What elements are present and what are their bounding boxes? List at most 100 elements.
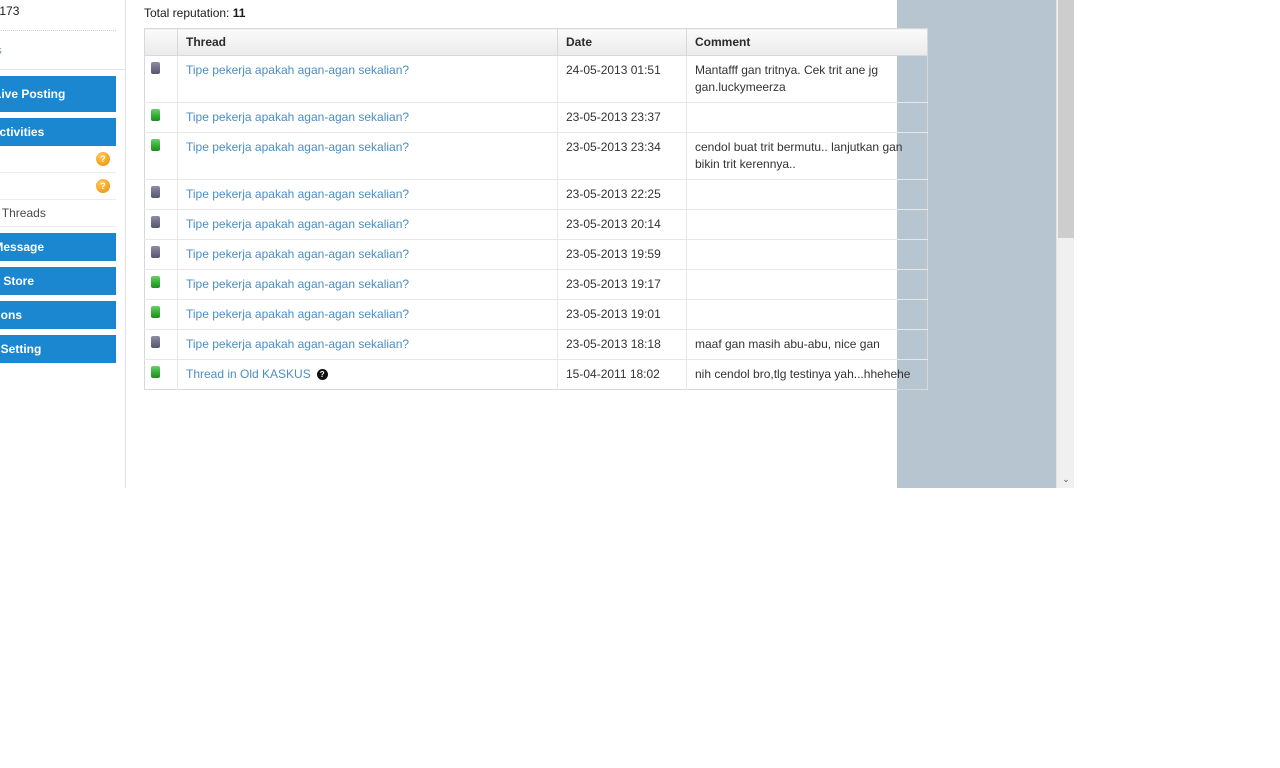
comment-cell: maaf gan masih abu-abu, nice gan bbox=[686, 329, 928, 360]
date-cell: 23-05-2013 23:37 bbox=[557, 102, 687, 133]
date-cell: 23-05-2013 19:59 bbox=[557, 239, 687, 270]
date-cell: 15-04-2011 18:02 bbox=[557, 359, 687, 390]
table-header-row: Thread Date Comment bbox=[144, 28, 928, 56]
thread-cell: Thread in Old KASKUS? bbox=[177, 359, 558, 390]
thread-cell: Tipe pekerja apakah agan-agan sekalian? bbox=[177, 55, 558, 103]
comment-cell bbox=[686, 299, 928, 330]
thread-link[interactable]: Thread in Old KASKUS bbox=[186, 367, 311, 381]
reputation-grey-icon bbox=[151, 336, 160, 348]
thread-link[interactable]: Tipe pekerja apakah agan-agan sekalian? bbox=[186, 247, 409, 261]
row-status-icon-cell bbox=[144, 269, 178, 300]
sidebar-connections[interactable]: onnections bbox=[0, 301, 116, 329]
reputation-green-icon bbox=[151, 366, 160, 378]
browser-window: rID: 2404173 148posts Live Posting orum … bbox=[0, 0, 1074, 488]
site-content-area: rID: 2404173 148posts Live Posting orum … bbox=[0, 0, 928, 488]
sidebar-live-posting[interactable]: Live Posting bbox=[0, 76, 116, 112]
comment-cell: nih cendol bro,tlg testinya yah...hheheh… bbox=[695, 367, 911, 381]
table-row: Tipe pekerja apakah agan-agan sekalian? 2… bbox=[144, 179, 928, 210]
thread-cell: Tipe pekerja apakah agan-agan sekalian? bbox=[177, 102, 558, 133]
thread-cell: Tipe pekerja apakah agan-agan sekalian? bbox=[177, 239, 558, 270]
row-status-icon-cell bbox=[144, 209, 178, 240]
sidebar-account-setting-label: ccount Setting bbox=[0, 342, 42, 356]
date-cell: 23-05-2013 19:01 bbox=[557, 299, 687, 330]
column-header-comment[interactable]: Comment bbox=[686, 28, 928, 56]
date-cell: 23-05-2013 23:34 bbox=[557, 132, 687, 180]
thread-link[interactable]: Tipe pekerja apakah agan-agan sekalian? bbox=[186, 63, 409, 77]
old-kaskus-help-icon[interactable]: ? bbox=[316, 369, 328, 380]
sidebar-private-message-label: rivate Message bbox=[0, 240, 45, 254]
comment-cell bbox=[686, 102, 928, 133]
row-status-icon-cell bbox=[144, 55, 178, 103]
reputation-grey-icon bbox=[151, 216, 160, 228]
thread-link[interactable]: Tipe pekerja apakah agan-agan sekalian? bbox=[186, 277, 409, 291]
column-header-icon bbox=[144, 28, 178, 56]
row-status-icon-cell bbox=[144, 132, 178, 180]
comment-cell bbox=[686, 239, 928, 270]
sidebar-item-subscribed-threads[interactable]: scribed Threads bbox=[0, 200, 116, 227]
sidebar-item-post[interactable]: Post ? bbox=[0, 146, 116, 173]
date-cell: 23-05-2013 22:25 bbox=[557, 179, 687, 210]
thread-link[interactable]: Tipe pekerja apakah agan-agan sekalian? bbox=[186, 337, 409, 351]
date-cell: 23-05-2013 19:17 bbox=[557, 269, 687, 300]
table-row: Tipe pekerja apakah agan-agan sekalian? 2… bbox=[144, 102, 928, 133]
comment-cell: Mantafff gan tritnya. Cek trit ane jg ga… bbox=[686, 55, 928, 103]
sidebar-kaskus-store[interactable]: ASKUS Store bbox=[0, 267, 116, 295]
thread-link[interactable]: Tipe pekerja apakah agan-agan sekalian? bbox=[186, 307, 409, 321]
comment-cell bbox=[686, 269, 928, 300]
thread-link[interactable]: Tipe pekerja apakah agan-agan sekalian? bbox=[186, 140, 409, 154]
main-content: Total reputation: 11 Thread Date Comment… bbox=[126, 0, 928, 488]
help-question-icon[interactable]: ? bbox=[96, 179, 110, 193]
scrollbar-thumb[interactable] bbox=[1058, 0, 1074, 238]
table-row: Tipe pekerja apakah agan-agan sekalian? 2… bbox=[144, 299, 928, 330]
reputation-green-icon bbox=[151, 306, 160, 318]
table-row: Tipe pekerja apakah agan-agan sekalian? 2… bbox=[144, 269, 928, 300]
comment-cell bbox=[686, 179, 928, 210]
reputation-green-icon bbox=[151, 139, 160, 151]
row-status-icon-cell bbox=[144, 179, 178, 210]
table-header: Thread Date Comment bbox=[144, 28, 928, 56]
comment-cell bbox=[686, 209, 928, 240]
thread-link[interactable]: Tipe pekerja apakah agan-agan sekalian? bbox=[186, 187, 409, 201]
thread-link[interactable]: Tipe pekerja apakah agan-agan sekalian? bbox=[186, 217, 409, 231]
help-question-icon[interactable]: ? bbox=[96, 152, 110, 166]
thread-cell: Tipe pekerja apakah agan-agan sekalian? bbox=[177, 269, 558, 300]
sidebar-user-id: rID: 2404173 bbox=[0, 4, 20, 18]
scroll-down-arrow-icon[interactable]: ⌄ bbox=[1057, 470, 1074, 488]
sidebar-forum-activities[interactable]: orum Activities bbox=[0, 118, 116, 146]
sidebar-forum-activities-label: orum Activities bbox=[0, 125, 45, 139]
column-header-date[interactable]: Date bbox=[557, 28, 687, 56]
thread-link[interactable]: Tipe pekerja apakah agan-agan sekalian? bbox=[186, 110, 409, 124]
total-reputation: Total reputation: 11 bbox=[126, 0, 897, 28]
table-row: Tipe pekerja apakah agan-agan sekalian? 2… bbox=[144, 55, 928, 103]
date-cell: 24-05-2013 01:51 bbox=[557, 55, 687, 103]
sidebar-item-thread[interactable]: hread ? bbox=[0, 173, 116, 200]
sidebar-private-message[interactable]: rivate Message bbox=[0, 233, 116, 261]
table-row: Tipe pekerja apakah agan-agan sekalian? 2… bbox=[144, 239, 928, 270]
table-row: Tipe pekerja apakah agan-agan sekalian? 2… bbox=[144, 329, 928, 360]
table-row: Tipe pekerja apakah agan-agan sekalian? 2… bbox=[144, 209, 928, 240]
thread-cell: Tipe pekerja apakah agan-agan sekalian? bbox=[177, 132, 558, 180]
reputation-green-icon bbox=[151, 276, 160, 288]
reputation-grey-icon bbox=[151, 246, 160, 258]
reputation-grey-icon bbox=[151, 62, 160, 74]
row-status-icon-cell bbox=[144, 329, 178, 360]
reputation-grey-icon bbox=[151, 186, 160, 198]
row-status-icon-cell bbox=[144, 239, 178, 270]
sidebar-item-subscribed-threads-label: scribed Threads bbox=[0, 206, 46, 220]
thread-cell: Tipe pekerja apakah agan-agan sekalian? bbox=[177, 299, 558, 330]
sidebar-post-count-label: posts bbox=[0, 43, 2, 57]
vertical-scrollbar[interactable]: ⌄ bbox=[1056, 0, 1074, 488]
column-header-thread[interactable]: Thread bbox=[177, 28, 558, 56]
row-status-icon-cell bbox=[144, 359, 178, 390]
reputation-table: Thread Date Comment Tipe pekerja apakah … bbox=[144, 28, 928, 390]
sidebar-kaskus-store-label: ASKUS Store bbox=[0, 274, 35, 288]
row-status-icon-cell bbox=[144, 299, 178, 330]
table-row: Thread in Old KASKUS? 15-04-2011 18:02 nih… bbox=[144, 359, 928, 390]
total-reputation-value: 11 bbox=[232, 6, 246, 20]
sidebar-account-setting[interactable]: ccount Setting bbox=[0, 335, 116, 363]
thread-cell: Tipe pekerja apakah agan-agan sekalian? bbox=[177, 209, 558, 240]
sidebar-live-posting-label: Live Posting bbox=[0, 87, 66, 101]
sidebar: rID: 2404173 148posts Live Posting orum … bbox=[0, 0, 126, 488]
reputation-green-icon bbox=[151, 109, 160, 121]
sidebar-post-count: 148posts bbox=[0, 31, 126, 70]
